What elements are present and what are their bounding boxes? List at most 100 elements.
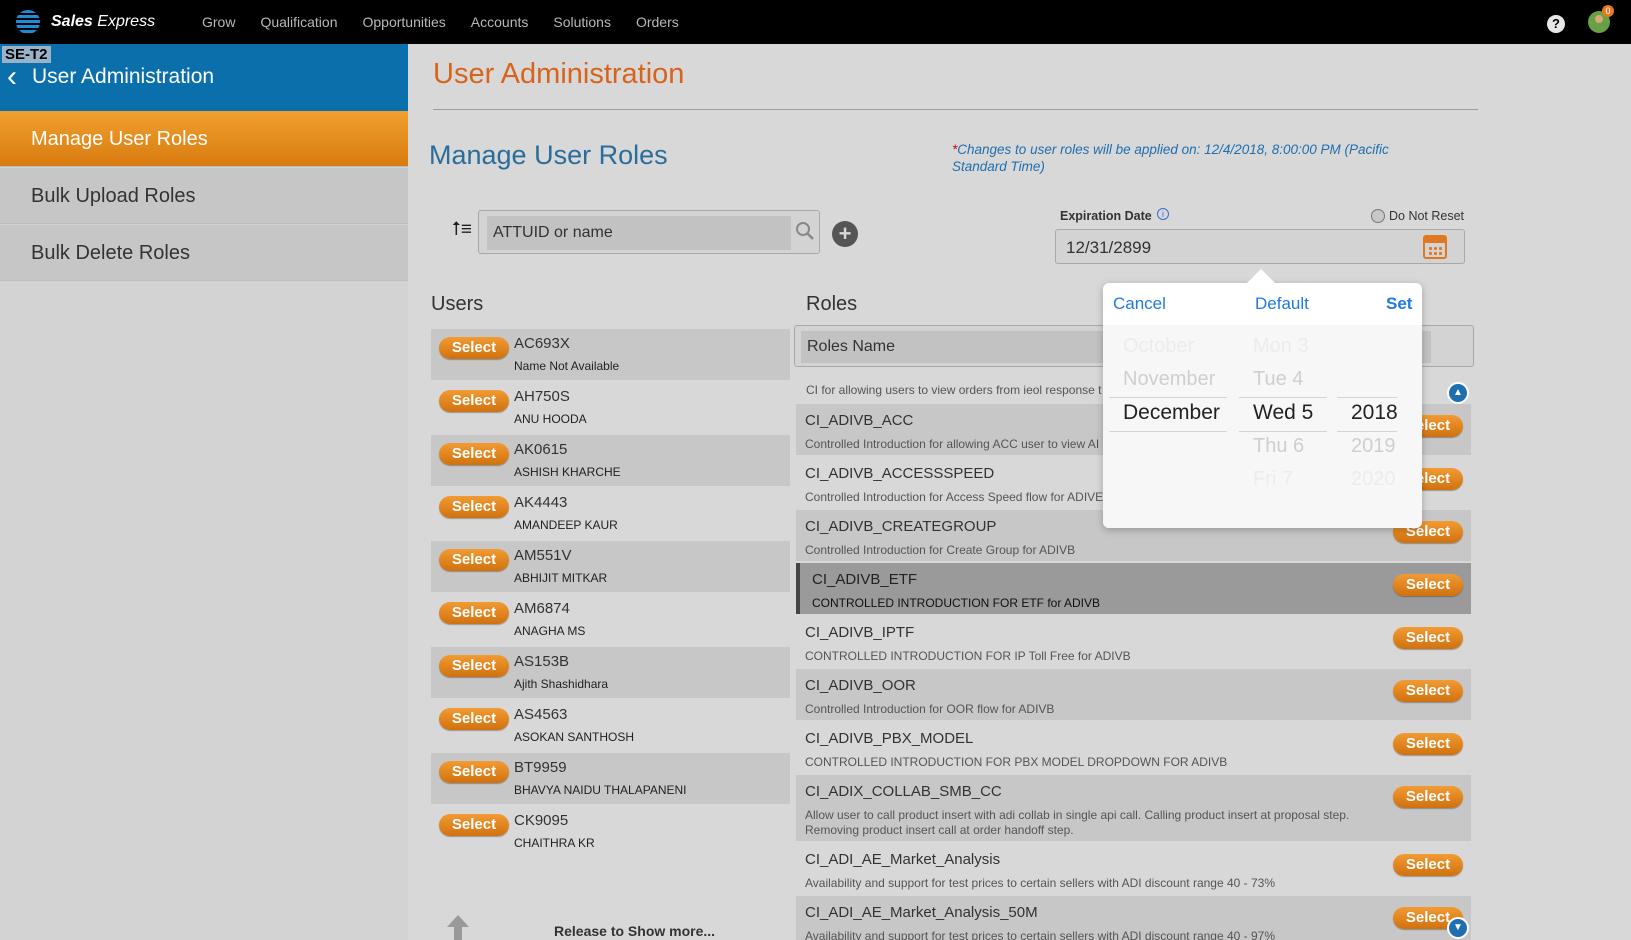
role-name: CI_ADI_AE_Market_Analysis_50M	[805, 904, 1038, 921]
role-row: CI_ADIVB_OOR Controlled Introduction for…	[796, 669, 1471, 720]
pull-to-refresh-text: Release to Show more...	[554, 923, 716, 939]
do-not-reset-radio[interactable]	[1371, 209, 1385, 223]
select-user-button[interactable]: Select	[439, 337, 509, 359]
select-user-button[interactable]: Select	[439, 655, 509, 677]
select-role-button[interactable]: Select	[1393, 627, 1463, 649]
sidebar: ‹ User Administration SE-T2 Manage User …	[0, 44, 408, 940]
chevron-down-icon[interactable]: ▼	[1447, 917, 1469, 939]
role-description: Controlled Introduction for Create Group…	[805, 543, 1076, 557]
role-name: CI_ADIVB_CREATEGROUP	[805, 518, 997, 535]
select-role-button[interactable]: Select	[1393, 680, 1463, 702]
role-description: Allow user to call product insert with a…	[805, 808, 1350, 837]
date-picker-popover: Cancel Default Set October November Dece…	[1103, 269, 1422, 528]
help-icon[interactable]: ?	[1547, 15, 1565, 33]
expiration-date-field[interactable]: 12/31/2899	[1055, 229, 1465, 264]
select-user-button[interactable]: Select	[439, 390, 509, 412]
user-row: Select CK9095 CHAITHRA KR	[431, 806, 790, 857]
role-name: CI_ADIVB_PBX_MODEL	[805, 730, 974, 747]
sidebar-item-bulk-delete-roles[interactable]: Bulk Delete Roles	[0, 225, 408, 281]
select-user-button[interactable]: Select	[439, 496, 509, 518]
user-search-box	[478, 210, 820, 254]
user-id: AM6874	[514, 600, 570, 617]
nav-orders[interactable]: Orders	[636, 14, 679, 30]
picker-month-option[interactable]: November	[1123, 368, 1215, 391]
nav-solutions[interactable]: Solutions	[553, 14, 611, 30]
plus-circle-icon[interactable]: +	[832, 221, 858, 247]
sort-icon[interactable]: ⭡≡	[452, 219, 472, 241]
picker-wheels[interactable]: October November December Mon 3 Tue 4 We…	[1103, 325, 1422, 528]
picker-year-selected[interactable]: 2018	[1351, 401, 1398, 425]
chevron-left-icon[interactable]: ‹	[7, 62, 17, 92]
role-name: CI_ADIVB_IPTF	[805, 624, 915, 641]
select-role-button[interactable]: Select	[1393, 854, 1463, 876]
top-navigation-bar: Sales Express Grow Qualification Opportu…	[0, 0, 1631, 44]
user-row: Select AK0615 ASHISH KHARCHE	[431, 435, 790, 486]
role-name: CI_ADIVB_ACC	[805, 412, 914, 429]
user-row: Select AH750S ANU HOODA	[431, 382, 790, 433]
nav-opportunities[interactable]: Opportunities	[363, 14, 446, 30]
picker-day-option[interactable]: Fri 7	[1253, 468, 1293, 491]
user-row: Select AM551V ABHIJIT MITKAR	[431, 541, 790, 592]
picker-day-selected[interactable]: Wed 5	[1253, 401, 1313, 425]
att-globe-icon[interactable]	[16, 10, 40, 34]
picker-cancel-button[interactable]: Cancel	[1113, 294, 1166, 314]
user-id: CK9095	[514, 812, 569, 829]
picker-day-option[interactable]: Mon 3	[1253, 335, 1309, 358]
users-header: Users	[431, 293, 484, 315]
notification-badge: 0	[1602, 5, 1614, 17]
user-row: Select AM6874 ANAGHA MS	[431, 594, 790, 645]
nav-qualification[interactable]: Qualification	[260, 14, 337, 30]
select-role-button[interactable]: Select	[1393, 574, 1463, 596]
select-role-button[interactable]: Select	[1393, 733, 1463, 755]
select-user-button[interactable]: Select	[439, 814, 509, 836]
picker-day-option[interactable]: Tue 4	[1253, 368, 1303, 391]
role-name: CI_ADIVB_OOR	[805, 677, 916, 694]
expiration-date-value: 12/31/2899	[1066, 238, 1152, 257]
user-name: ABHIJIT MITKAR	[514, 571, 608, 585]
select-user-button[interactable]: Select	[439, 602, 509, 624]
role-name: CI_ADIVB_ETF	[812, 571, 918, 588]
calendar-icon[interactable]	[1423, 235, 1447, 259]
brand-logo[interactable]: Sales Express	[51, 13, 155, 31]
section-title: Manage User Roles	[429, 140, 668, 170]
select-user-button[interactable]: Select	[439, 761, 509, 783]
user-row: Select AC693X Name Not Available	[431, 329, 790, 380]
arrow-up-icon	[447, 915, 469, 940]
user-search-input[interactable]	[487, 216, 791, 250]
picker-year-option[interactable]: 2020	[1351, 468, 1396, 491]
picker-set-button[interactable]: Set	[1386, 294, 1412, 314]
picker-year-option[interactable]: 2019	[1351, 435, 1396, 458]
select-user-button[interactable]: Select	[439, 549, 509, 571]
user-id: AS4563	[514, 706, 568, 723]
picker-day-option[interactable]: Thu 6	[1253, 435, 1304, 458]
picker-selection-line	[1239, 431, 1327, 432]
role-row: CI_ADIVB_PBX_MODEL CONTROLLED INTRODUCTI…	[796, 722, 1471, 773]
role-description: CONTROLLED INTRODUCTION FOR ETF for ADIV…	[812, 596, 1101, 610]
picker-month-selected[interactable]: December	[1123, 401, 1220, 425]
user-id: BT9959	[514, 759, 567, 776]
user-name: Name Not Available	[514, 359, 620, 373]
chevron-up-icon[interactable]: ▲	[1447, 382, 1469, 404]
picker-month-option[interactable]: October	[1123, 335, 1194, 358]
nav-grow[interactable]: Grow	[202, 14, 235, 30]
role-description: Availability and support for test prices…	[805, 929, 1276, 940]
page-title: User Administration	[433, 58, 685, 90]
nav-accounts[interactable]: Accounts	[471, 14, 529, 30]
search-icon[interactable]	[795, 221, 815, 241]
user-row: Select AK4443 AMANDEEP KAUR	[431, 488, 790, 539]
info-icon[interactable]: i	[1157, 208, 1169, 220]
role-row-highlighted: CI_ADIVB_ETF CONTROLLED INTRODUCTION FOR…	[796, 563, 1471, 614]
select-role-button[interactable]: Select	[1393, 786, 1463, 808]
sidebar-item-manage-user-roles[interactable]: Manage User Roles	[0, 111, 408, 167]
select-user-button[interactable]: Select	[439, 443, 509, 465]
select-user-button[interactable]: Select	[439, 708, 509, 730]
sidebar-title: User Administration	[32, 65, 215, 88]
role-description: CONTROLLED INTRODUCTION FOR IP Toll Free…	[805, 649, 1131, 663]
sidebar-item-bulk-upload-roles[interactable]: Bulk Upload Roles	[0, 168, 408, 224]
user-id: AK0615	[514, 441, 568, 458]
expiration-date-label: Expiration Date	[1060, 209, 1152, 223]
picker-default-button[interactable]: Default	[1255, 294, 1309, 314]
role-name: CI_ADIX_COLLAB_SMB_CC	[805, 783, 1002, 800]
user-row: Select AS4563 ASOKAN SANTHOSH	[431, 700, 790, 751]
user-row: Select BT9959 BHAVYA NAIDU THALAPANENI	[431, 753, 790, 804]
